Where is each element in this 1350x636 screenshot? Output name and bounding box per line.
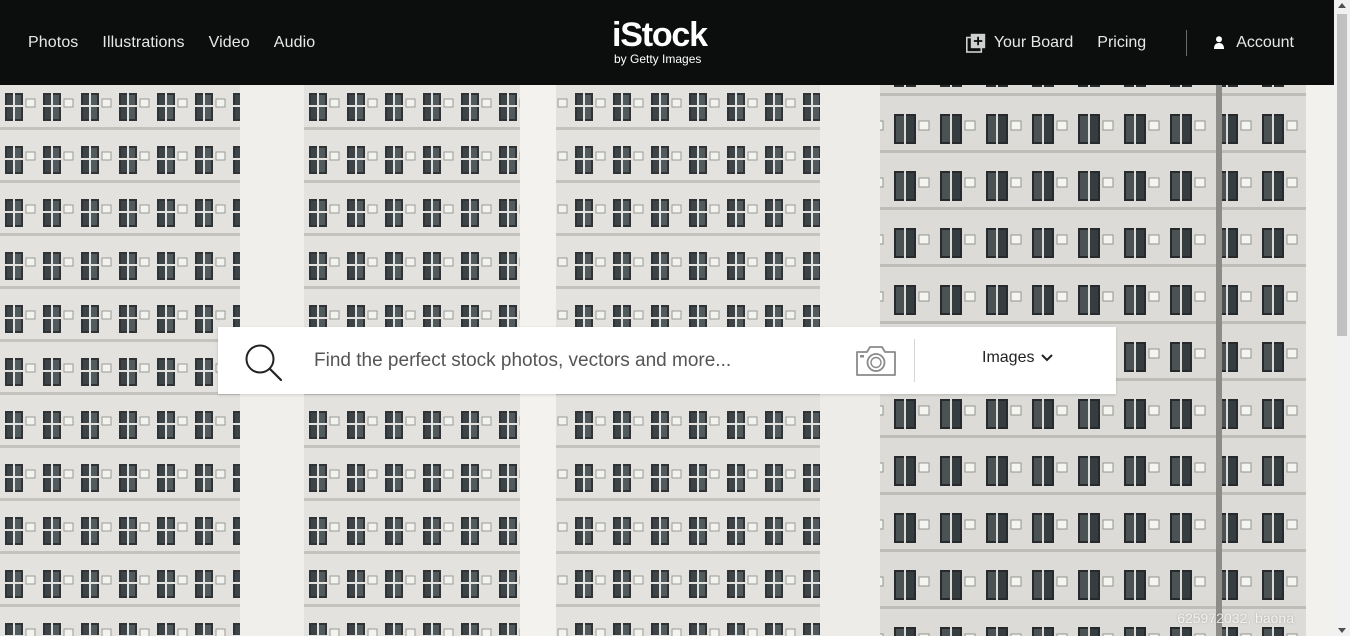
- logo-tagline: by Getty Images: [614, 52, 702, 66]
- camera-icon[interactable]: [855, 345, 897, 377]
- site-header: Photos Illustrations Video Audio iStock …: [0, 0, 1334, 85]
- media-type-label: Images: [982, 349, 1035, 366]
- nav-audio[interactable]: Audio: [274, 34, 315, 52]
- image-credit: 625972032, baona: [1177, 610, 1294, 626]
- account-link[interactable]: Account: [1214, 34, 1294, 52]
- search-icon[interactable]: [244, 343, 284, 383]
- scroll-down-arrow-icon[interactable]: [1338, 628, 1346, 633]
- scroll-thumb[interactable]: [1337, 14, 1347, 336]
- scroll-up-arrow-icon[interactable]: [1338, 3, 1346, 8]
- media-nav: Photos Illustrations Video Audio: [28, 0, 315, 85]
- nav-video[interactable]: Video: [209, 34, 250, 52]
- istock-logo[interactable]: iStock by Getty Images: [612, 18, 724, 68]
- page-scrollbar[interactable]: [1334, 0, 1350, 636]
- account-label: Account: [1236, 33, 1294, 51]
- chevron-down-icon: [1041, 354, 1054, 362]
- your-board-link[interactable]: Your Board: [965, 33, 1074, 53]
- search-bar: Images: [218, 327, 1116, 394]
- pricing-link[interactable]: Pricing: [1097, 34, 1146, 52]
- account-user-icon: [1214, 35, 1225, 49]
- nav-divider: [1186, 29, 1188, 56]
- logo-wordmark: iStock: [612, 16, 708, 54]
- user-nav: Your Board Pricing Account: [965, 0, 1294, 85]
- board-add-icon: [965, 33, 986, 53]
- search-divider: [914, 339, 915, 382]
- nav-illustrations[interactable]: Illustrations: [102, 34, 184, 52]
- your-board-label: Your Board: [993, 33, 1074, 51]
- search-input[interactable]: [314, 337, 844, 385]
- media-type-select[interactable]: Images: [982, 349, 1054, 367]
- nav-photos[interactable]: Photos: [28, 34, 78, 52]
